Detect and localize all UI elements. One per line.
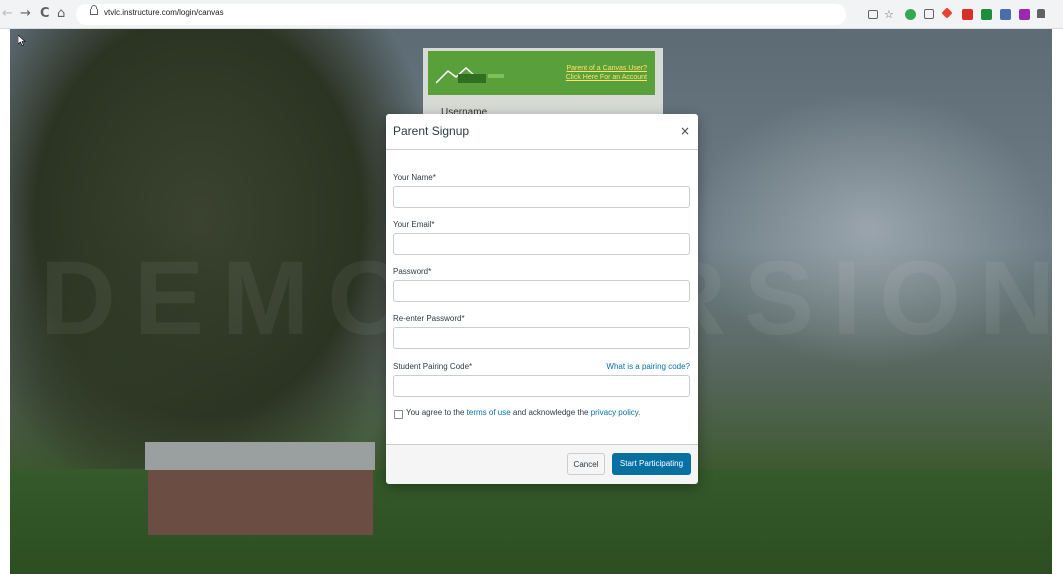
gmail-icon[interactable] [962, 9, 973, 20]
bookmark-star-icon[interactable]: ☆ [884, 7, 894, 23]
reading-list-icon[interactable] [868, 10, 878, 19]
address-bar[interactable]: vtvlc.instructure.com/login/canvas [76, 4, 846, 25]
start-participating-button[interactable]: Start Participating [612, 453, 691, 475]
password-label: Password* [393, 267, 432, 276]
name-label: Your Name* [393, 173, 436, 182]
cast-icon[interactable] [924, 9, 934, 19]
back-button[interactable]: ← [2, 6, 13, 22]
privacy-policy-link[interactable]: privacy policy [591, 408, 638, 417]
url-text: vtvlc.instructure.com/login/canvas [104, 8, 224, 17]
pairing-code-field[interactable] [393, 375, 690, 397]
close-icon[interactable]: × [680, 125, 690, 137]
password-field[interactable] [393, 280, 690, 302]
dialog-footer: Cancel Start Participating [386, 444, 698, 484]
pairing-code-label: Student Pairing Code* [393, 362, 473, 371]
reload-button[interactable]: C [40, 6, 50, 22]
pairing-code-help-link[interactable]: What is a pairing code? [606, 362, 690, 371]
purple-extension-icon[interactable] [1019, 9, 1030, 20]
mouse-cursor-icon [18, 35, 26, 46]
lock-icon [90, 5, 98, 15]
agree-text-post: . [638, 408, 641, 417]
browser-toolbar: ← → C ⌂ vtvlc.instructure.com/login/canv… [0, 0, 1063, 29]
name-field[interactable] [393, 186, 690, 208]
forward-button[interactable]: → [20, 6, 31, 22]
email-label: Your Email* [393, 220, 435, 229]
login-banner: Parent of a Canvas User? Click Here For … [428, 51, 655, 95]
barn-roof [145, 442, 375, 470]
parent-account-link-line2[interactable]: Click Here For an Account [566, 74, 647, 81]
agree-text-mid: and acknowledge the [510, 408, 591, 417]
barn-wall [148, 470, 373, 535]
parent-account-link-line1[interactable]: Parent of a Canvas User? [566, 65, 647, 72]
green-square-extension-icon[interactable] [981, 9, 992, 20]
agree-text-pre: You agree to the [406, 408, 467, 417]
vtvlc-logo [436, 66, 504, 84]
terms-of-use-link[interactable]: terms of use [467, 408, 511, 417]
diamond-extension-icon[interactable] [941, 7, 953, 19]
blue-square-extension-icon[interactable] [1000, 9, 1011, 20]
dialog-header: Parent Signup × [386, 114, 698, 150]
reenter-password-label: Re-enter Password* [393, 314, 465, 323]
puzzle-extensions-icon[interactable] [1037, 9, 1045, 18]
dialog-title: Parent Signup [393, 124, 470, 138]
green-extension-icon[interactable] [905, 9, 916, 20]
email-field[interactable] [393, 233, 690, 255]
reenter-password-field[interactable] [393, 327, 690, 349]
parent-signup-dialog: Parent Signup × Your Name* Your Email* P… [386, 114, 698, 484]
agree-text: You agree to the terms of use and acknow… [406, 408, 640, 417]
home-button[interactable]: ⌂ [57, 6, 65, 22]
cancel-button[interactable]: Cancel [567, 453, 605, 475]
agree-checkbox[interactable] [394, 410, 403, 419]
